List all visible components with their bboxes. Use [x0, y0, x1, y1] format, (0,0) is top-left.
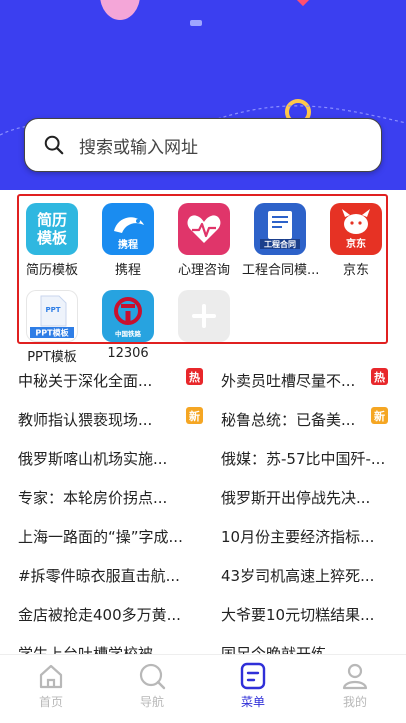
user-icon [342, 663, 368, 690]
ppt-icon-text: PPT模板 [35, 328, 69, 338]
news-item[interactable]: 秘鲁总统：已备美... 新 [221, 399, 388, 439]
news-row: 金店被抢走400多万黄... 大爷要10元切糕结果... [0, 594, 406, 634]
contract-icon-text: 工程合同 [264, 239, 296, 249]
news-row: 上海一路面的“操”字成... 10月份主要经济指标... [0, 516, 406, 556]
svg-text:PPT: PPT [45, 306, 60, 314]
railway-icon-text: 中国铁路 [115, 329, 142, 338]
bottom-tab-bar: 首页 导航 菜单 我的 [0, 654, 406, 723]
news-title: 上海一路面的“操”字成... [18, 527, 183, 546]
menu-icon [240, 662, 266, 690]
news-title: 中秘关于深化全面... [18, 371, 153, 390]
news-item[interactable]: 专家：本轮房价拐点... [18, 477, 203, 517]
app-label: 携程 [114, 263, 141, 278]
news-item[interactable]: #拆零件晾衣服直击航... [18, 555, 203, 595]
hot-badge: 热 [186, 368, 203, 385]
news-title: 43岁司机高速上猝死... [221, 566, 375, 585]
app-label: 12306 [107, 346, 149, 361]
new-badge: 新 [371, 407, 388, 424]
news-title: 秘鲁总统：已备美... [221, 410, 356, 429]
news-title: 大爷要10元切糕结果... [221, 605, 375, 624]
news-title: 教师指认猥亵现场... [18, 410, 153, 429]
tab-label: 首页 [38, 695, 63, 709]
app-resume-template[interactable]: 简历 模板 简历模板 [14, 203, 90, 278]
resume-template-icon: 简历 模板 [26, 203, 78, 255]
ctrip-icon-text: 携程 [118, 238, 138, 251]
resume-template-icon-text: 简历 模板 [36, 211, 67, 247]
news-title: 金店被抢走400多万黄... [18, 605, 181, 624]
news-row: 俄罗斯喀山机场实施... 俄媒：苏-57比中国歼-... [0, 438, 406, 478]
news-item[interactable]: 10月份主要经济指标... [221, 516, 406, 556]
news-item[interactable]: 金店被抢走400多万黄... [18, 594, 203, 634]
ppt-file-icon: PPT PPT模板 [26, 290, 78, 342]
news-title: 俄罗斯开出停战先决... [221, 488, 371, 507]
tab-menu[interactable]: 菜单 [218, 661, 288, 710]
tab-home[interactable]: 首页 [16, 661, 86, 710]
decorative-oval [100, 0, 140, 20]
news-title: 10月份主要经济指标... [221, 527, 375, 546]
decorative-dash [190, 20, 202, 26]
news-title: 俄媒：苏-57比中国歼-... [221, 449, 386, 468]
tab-label: 导航 [139, 695, 164, 709]
news-item[interactable]: 俄罗斯开出停战先决... [221, 477, 406, 517]
news-item[interactable]: 外卖员吐槽尽量不... 热 [221, 360, 388, 400]
home-icon [39, 664, 63, 689]
app-construction-contract[interactable]: 工程合同 工程合同模... [242, 203, 320, 278]
compass-icon [139, 663, 166, 690]
search-icon [44, 135, 64, 155]
plus-icon [178, 290, 230, 342]
heart-pulse-icon [178, 203, 230, 255]
add-app-button[interactable] [166, 290, 242, 346]
news-item[interactable]: 43岁司机高速上猝死... [221, 555, 406, 595]
tab-label: 我的 [342, 695, 367, 709]
news-item[interactable]: 俄媒：苏-57比中国歼-... [221, 438, 406, 478]
news-title: #拆零件晾衣服直击航... [18, 566, 180, 585]
news-title: 专家：本轮房价拐点... [18, 488, 168, 507]
news-item[interactable]: 上海一路面的“操”字成... [18, 516, 203, 556]
app-label: 心理咨询 [177, 263, 230, 278]
app-counseling[interactable]: 心理咨询 [166, 203, 242, 278]
app-12306[interactable]: 中国铁路 12306 [90, 290, 166, 361]
tab-label: 菜单 [240, 695, 265, 709]
china-railway-icon: 中国铁路 [102, 290, 154, 342]
news-item[interactable]: 中秘关于深化全面... 热 [18, 360, 203, 400]
contract-document-icon: 工程合同 [254, 203, 306, 255]
tab-navigation[interactable]: 导航 [117, 661, 187, 710]
app-label: 工程合同模... [242, 263, 320, 278]
hot-badge: 热 [371, 368, 388, 385]
news-row: 专家：本轮房价拐点... 俄罗斯开出停战先决... [0, 477, 406, 517]
news-title: 外卖员吐槽尽量不... [221, 371, 356, 390]
app-ppt-template[interactable]: PPT PPT模板 PPT模板 [14, 290, 90, 365]
news-row: 教师指认猥亵现场... 新 秘鲁总统：已备美... 新 [0, 399, 406, 439]
app-label: 京东 [342, 263, 369, 278]
app-label: 简历模板 [25, 263, 78, 278]
news-title: 俄罗斯喀山机场实施... [18, 449, 168, 468]
search-bar[interactable]: 搜索或输入网址 [24, 118, 382, 172]
app-ctrip[interactable]: 携程 携程 [90, 203, 166, 278]
tab-profile[interactable]: 我的 [320, 661, 390, 710]
news-item[interactable]: 俄罗斯喀山机场实施... [18, 438, 203, 478]
ctrip-icon: 携程 [102, 203, 154, 255]
news-row: #拆零件晾衣服直击航... 43岁司机高速上猝死... [0, 555, 406, 595]
jd-icon-text: 京东 [346, 237, 366, 250]
decorative-shape [295, 0, 311, 7]
search-placeholder: 搜索或输入网址 [79, 137, 198, 158]
news-row: 中秘关于深化全面... 热 外卖员吐槽尽量不... 热 [0, 360, 406, 400]
app-jd[interactable]: 京东 京东 [318, 203, 394, 278]
jd-dog-icon: 京东 [330, 203, 382, 255]
news-item[interactable]: 教师指认猥亵现场... 新 [18, 399, 203, 439]
new-badge: 新 [186, 407, 203, 424]
quick-apps-panel: 简历 模板 简历模板 携程 携程 心理咨询 工程合同 工程合同模... 京东 京… [14, 194, 388, 365]
news-item[interactable]: 大爷要10元切糕结果... [221, 594, 406, 634]
